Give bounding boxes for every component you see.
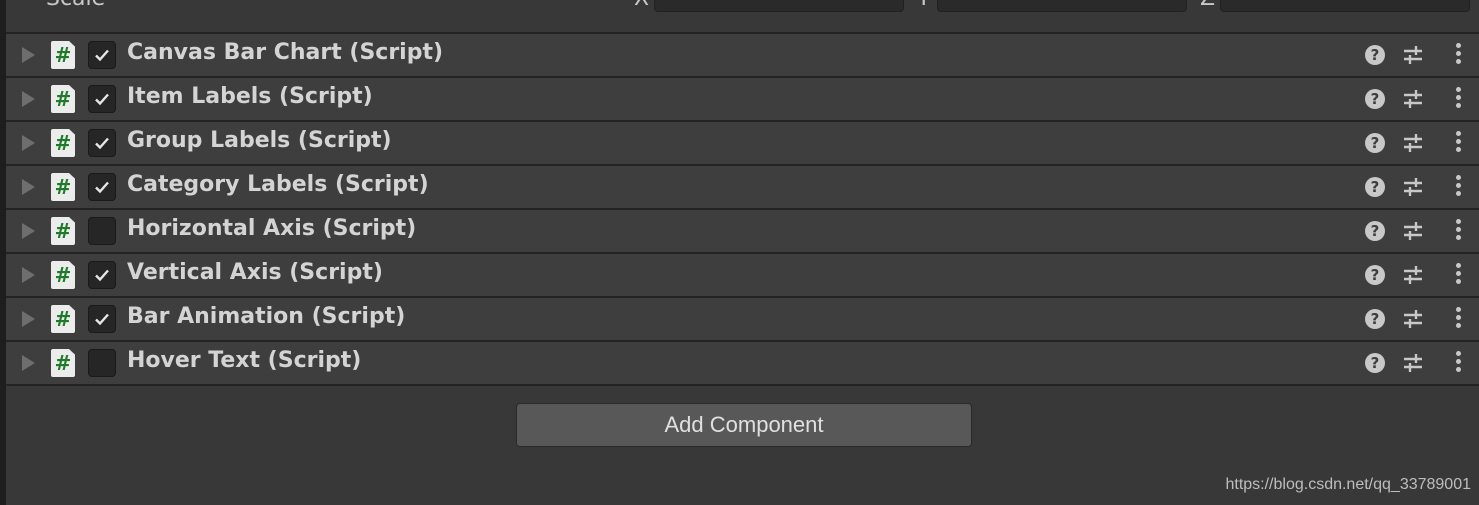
- help-icon[interactable]: ?: [1365, 89, 1385, 109]
- more-options-icon[interactable]: [1455, 87, 1461, 111]
- presets-icon[interactable]: [1402, 44, 1424, 66]
- scale-y: Y 1: [917, 0, 1189, 12]
- more-options-icon[interactable]: [1455, 307, 1461, 331]
- presets-icon[interactable]: [1402, 88, 1424, 110]
- check-icon: [95, 181, 109, 194]
- add-component-button[interactable]: Add Component: [516, 403, 972, 447]
- script-icon: #: [51, 129, 75, 157]
- component-header[interactable]: # Vertical Axis (Script)?: [6, 252, 1479, 296]
- presets-icon[interactable]: [1402, 352, 1424, 374]
- component-header[interactable]: # Bar Animation (Script)?: [6, 296, 1479, 340]
- enabled-checkbox[interactable]: [88, 261, 116, 289]
- presets-icon[interactable]: [1402, 308, 1424, 330]
- script-icon: #: [51, 173, 75, 201]
- enabled-checkbox[interactable]: [88, 349, 116, 377]
- more-options-icon[interactable]: [1455, 43, 1461, 67]
- component-title: Item Labels (Script): [127, 84, 373, 109]
- script-icon: #: [51, 261, 75, 289]
- presets-icon[interactable]: [1402, 176, 1424, 198]
- component-title: Bar Animation (Script): [127, 304, 406, 329]
- expand-arrow-icon[interactable]: [22, 223, 35, 239]
- scale-z-field[interactable]: 1: [1220, 0, 1470, 12]
- enabled-checkbox[interactable]: [88, 85, 116, 113]
- component-title: Horizontal Axis (Script): [127, 216, 417, 241]
- help-icon[interactable]: ?: [1365, 133, 1385, 153]
- component-header[interactable]: # Item Labels (Script)?: [6, 76, 1479, 120]
- component-list: # Canvas Bar Chart (Script)? # Item Labels …: [6, 32, 1479, 386]
- component-title: Group Labels (Script): [127, 128, 392, 153]
- enabled-checkbox[interactable]: [88, 41, 116, 69]
- check-icon: [95, 49, 109, 62]
- watermark: https://blog.csdn.net/qq_33789001: [1225, 476, 1471, 493]
- more-options-icon[interactable]: [1455, 219, 1461, 243]
- script-icon: #: [51, 217, 75, 245]
- expand-arrow-icon[interactable]: [22, 267, 35, 283]
- help-icon[interactable]: ?: [1365, 353, 1385, 373]
- component-header[interactable]: # Category Labels (Script)?: [6, 164, 1479, 208]
- scale-z: Z 1: [1200, 0, 1479, 12]
- check-icon: [95, 137, 109, 150]
- enabled-checkbox[interactable]: [88, 173, 116, 201]
- more-options-icon[interactable]: [1455, 175, 1461, 199]
- help-icon[interactable]: ?: [1365, 265, 1385, 285]
- enabled-checkbox[interactable]: [88, 217, 116, 245]
- more-options-icon[interactable]: [1455, 351, 1461, 375]
- z-label: Z: [1200, 0, 1215, 11]
- script-icon: #: [51, 85, 75, 113]
- presets-icon[interactable]: [1402, 132, 1424, 154]
- expand-arrow-icon[interactable]: [22, 311, 35, 327]
- scale-label: Scale: [46, 0, 105, 11]
- component-header[interactable]: # Group Labels (Script)?: [6, 120, 1479, 164]
- expand-arrow-icon[interactable]: [22, 135, 35, 151]
- component-title: Hover Text (Script): [127, 348, 362, 373]
- expand-arrow-icon[interactable]: [22, 91, 35, 107]
- enabled-checkbox[interactable]: [88, 129, 116, 157]
- component-title: Canvas Bar Chart (Script): [127, 40, 444, 65]
- component-title: Vertical Axis (Script): [127, 260, 383, 285]
- more-options-icon[interactable]: [1455, 131, 1461, 155]
- expand-arrow-icon[interactable]: [22, 47, 35, 63]
- more-options-icon[interactable]: [1455, 263, 1461, 287]
- help-icon[interactable]: ?: [1365, 45, 1385, 65]
- check-icon: [95, 93, 109, 106]
- check-icon: [95, 269, 109, 282]
- scale-x: X 1: [634, 0, 906, 12]
- scale-y-field[interactable]: 1: [937, 0, 1187, 12]
- help-icon[interactable]: ?: [1365, 177, 1385, 197]
- component-header[interactable]: # Canvas Bar Chart (Script)?: [6, 32, 1479, 76]
- component-header[interactable]: # Hover Text (Script)?: [6, 340, 1479, 386]
- component-header[interactable]: # Horizontal Axis (Script)?: [6, 208, 1479, 252]
- x-label: X: [634, 0, 649, 11]
- expand-arrow-icon[interactable]: [22, 355, 35, 371]
- enabled-checkbox[interactable]: [88, 305, 116, 333]
- help-icon[interactable]: ?: [1365, 221, 1385, 241]
- script-icon: #: [51, 41, 75, 69]
- script-icon: #: [51, 305, 75, 333]
- transform-scale-row: Scale X 1 Y 1 Z 1: [6, 0, 1479, 33]
- y-label: Y: [917, 0, 930, 11]
- script-icon: #: [51, 349, 75, 377]
- help-icon[interactable]: ?: [1365, 309, 1385, 329]
- component-title: Category Labels (Script): [127, 172, 429, 197]
- check-icon: [95, 313, 109, 326]
- presets-icon[interactable]: [1402, 220, 1424, 242]
- scale-x-field[interactable]: 1: [654, 0, 904, 12]
- expand-arrow-icon[interactable]: [22, 179, 35, 195]
- presets-icon[interactable]: [1402, 264, 1424, 286]
